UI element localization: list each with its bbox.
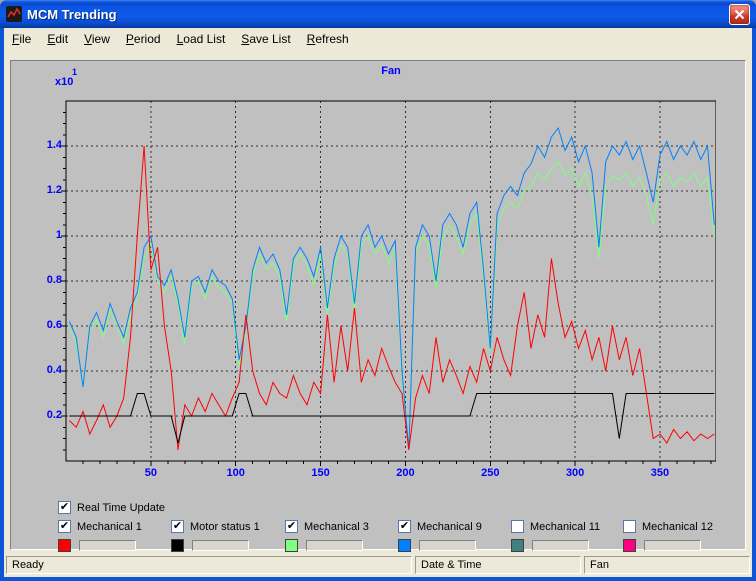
- y-tick-label: 0.8: [28, 274, 62, 286]
- series-checkbox-row: ✔ Motor status 1: [171, 519, 283, 534]
- x-tick-label: 50: [131, 467, 171, 479]
- menu-refresh[interactable]: Refresh: [299, 30, 357, 48]
- x-tick-label: 350: [640, 467, 680, 479]
- y-tick-label: 1.4: [28, 139, 62, 151]
- series-checkbox[interactable]: ✔: [171, 520, 184, 533]
- series-checkbox-row: Mechanical 11: [511, 519, 623, 534]
- y-tick-label: 0.4: [28, 364, 62, 376]
- legend-item: ✔ Mechanical 3: [285, 519, 397, 552]
- series-checkbox-row: Mechanical 12: [623, 519, 735, 534]
- realtime-update-checkbox[interactable]: ✔: [58, 501, 71, 514]
- series-level-bar[interactable]: [532, 540, 589, 551]
- realtime-update-row: ✔ Real Time Update: [58, 501, 165, 514]
- window-title: MCM Trending: [27, 7, 729, 22]
- series-label: Mechanical 11: [530, 521, 600, 533]
- menu-period[interactable]: Period: [118, 30, 169, 48]
- series-color-swatch: [398, 539, 411, 552]
- legend-item: ✔ Motor status 1: [171, 519, 283, 552]
- series-level-bar[interactable]: [306, 540, 363, 551]
- series-checkbox[interactable]: ✔: [285, 520, 298, 533]
- series-label: Mechanical 1: [77, 521, 142, 533]
- series-checkbox[interactable]: ✔: [58, 520, 71, 533]
- series-level-bar[interactable]: [192, 540, 249, 551]
- series-color-swatch: [171, 539, 184, 552]
- menu-file[interactable]: File: [4, 30, 39, 48]
- series-label: Motor status 1: [190, 521, 260, 533]
- series-label: Mechanical 3: [304, 521, 369, 533]
- series-swatch-row: [511, 539, 623, 552]
- series-swatch-row: [171, 539, 283, 552]
- series-color-swatch: [58, 539, 71, 552]
- menu-load-list[interactable]: Load List: [169, 30, 234, 48]
- y-axis-multiplier: 1 x10: [55, 67, 77, 87]
- y-tick-label: 0.6: [28, 319, 62, 331]
- series-swatch-row: [285, 539, 397, 552]
- close-button[interactable]: [729, 4, 750, 25]
- legend-item: Mechanical 11: [511, 519, 623, 552]
- window-body: Fan 1 x10 0.2 0.4 0.6 0.8 1 1.2 1.4 50 100 150 20…: [4, 49, 752, 577]
- status-date-time: Date & Time: [415, 556, 581, 574]
- series-color-swatch: [623, 539, 636, 552]
- series-color-swatch: [511, 539, 524, 552]
- series-level-bar[interactable]: [419, 540, 476, 551]
- y-axis-multiplier-base: x10: [55, 77, 77, 87]
- chart-panel: Fan 1 x10 0.2 0.4 0.6 0.8 1 1.2 1.4 50 100 150 20…: [10, 60, 746, 550]
- status-message: Ready: [6, 556, 412, 574]
- series-label: Mechanical 9: [417, 521, 482, 533]
- menu-save-list[interactable]: Save List: [233, 30, 298, 48]
- y-tick-label: 1.2: [28, 184, 62, 196]
- series-swatch-row: [58, 539, 170, 552]
- menu-bar: File Edit View Period Load List Save Lis…: [4, 28, 752, 50]
- series-level-bar[interactable]: [644, 540, 701, 551]
- menu-edit[interactable]: Edit: [39, 30, 76, 48]
- series-swatch-row: [623, 539, 735, 552]
- status-context: Fan: [584, 556, 750, 574]
- chart-title: Fan: [66, 65, 716, 77]
- series-checkbox[interactable]: [511, 520, 524, 533]
- app-icon: [6, 6, 22, 22]
- legend-item: ✔ Mechanical 9: [398, 519, 510, 552]
- app-window: MCM Trending File Edit View Period Load …: [0, 0, 756, 581]
- status-bar: Ready Date & Time Fan: [4, 553, 752, 577]
- series-checkbox-row: ✔ Mechanical 1: [58, 519, 170, 534]
- series-label: Mechanical 12: [642, 521, 713, 533]
- x-tick-label: 200: [385, 467, 425, 479]
- legend-item: Mechanical 12: [623, 519, 735, 552]
- series-level-bar[interactable]: [79, 540, 136, 551]
- x-tick-label: 250: [470, 467, 510, 479]
- series-checkbox-row: ✔ Mechanical 9: [398, 519, 510, 534]
- legend-item: ✔ Mechanical 1: [58, 519, 170, 552]
- realtime-update-label: Real Time Update: [77, 502, 165, 514]
- x-tick-label: 150: [301, 467, 341, 479]
- x-tick-label: 300: [555, 467, 595, 479]
- series-checkbox[interactable]: [623, 520, 636, 533]
- menu-view[interactable]: View: [76, 30, 118, 48]
- y-tick-label: 1: [28, 229, 62, 241]
- series-swatch-row: [398, 539, 510, 552]
- y-tick-label: 0.2: [28, 409, 62, 421]
- series-checkbox[interactable]: ✔: [398, 520, 411, 533]
- title-bar[interactable]: MCM Trending: [0, 0, 756, 28]
- close-icon: [734, 9, 745, 20]
- trend-chart: [58, 97, 716, 469]
- series-color-swatch: [285, 539, 298, 552]
- series-checkbox-row: ✔ Mechanical 3: [285, 519, 397, 534]
- x-tick-label: 100: [216, 467, 256, 479]
